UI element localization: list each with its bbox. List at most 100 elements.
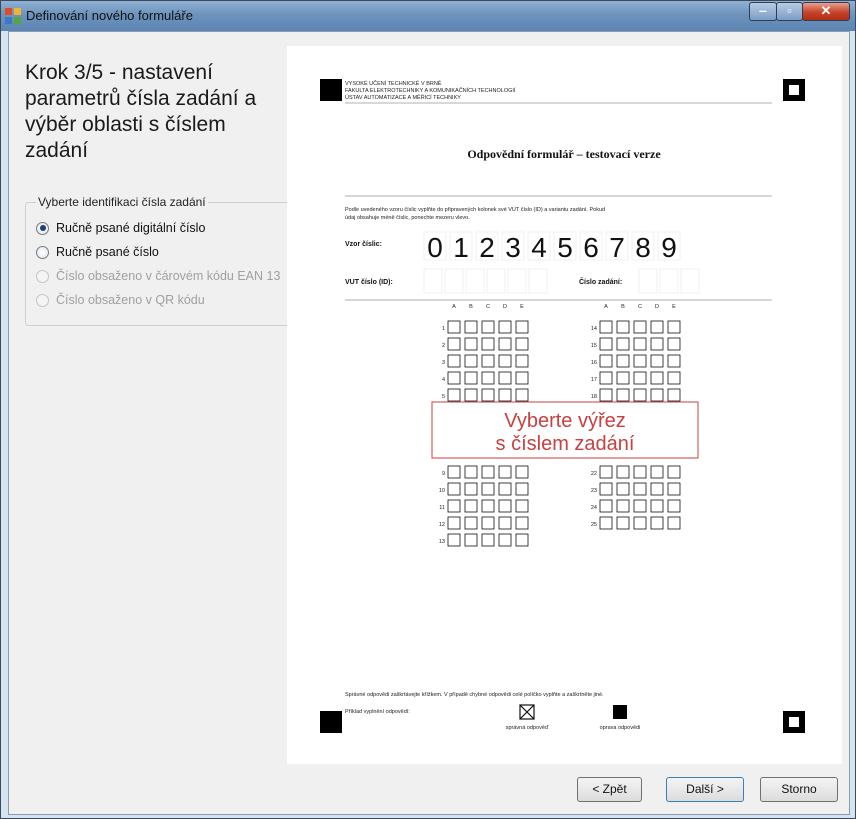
question-number: 4 — [442, 377, 445, 383]
answer-checkbox — [498, 371, 512, 385]
sample-digit: 4 — [531, 232, 547, 263]
fix-answer-example-icon — [613, 705, 627, 719]
minimize-icon: ‒ — [759, 3, 767, 18]
registration-mark — [320, 79, 342, 101]
sample-digit: 8 — [635, 232, 651, 263]
answer-checkbox — [616, 499, 630, 513]
maximize-button[interactable]: ▫ — [776, 2, 803, 21]
answer-checkbox — [515, 516, 529, 530]
answer-column-label: E — [672, 304, 676, 310]
answer-checkbox — [498, 465, 512, 479]
answer-checkbox — [599, 354, 613, 368]
groupbox-legend: Vyberte identifikaci čísla zadání — [36, 195, 208, 209]
sample-digit: 1 — [453, 232, 469, 263]
answer-checkbox — [464, 354, 478, 368]
footer-instruction: Správné odpovědi zaškrtávejte křížkem. V… — [345, 692, 604, 698]
answer-checkbox — [515, 354, 529, 368]
sample-digit: 7 — [609, 232, 625, 263]
answer-column-label: B — [621, 304, 625, 310]
close-button[interactable]: ✕ — [802, 2, 850, 21]
answer-checkbox — [667, 337, 681, 351]
answer-checkbox — [498, 533, 512, 547]
question-number: 17 — [591, 377, 597, 383]
answer-checkbox — [481, 482, 495, 496]
question-number: 9 — [442, 471, 445, 477]
answer-checkbox — [498, 337, 512, 351]
radio-qr: Číslo obsaženo v QR kódu — [36, 291, 205, 309]
answer-checkbox — [633, 371, 647, 385]
identification-groupbox: Vyberte identifikaci čísla zadání Ručně … — [25, 195, 289, 326]
form-instructions: údaj obsahuje méně číslic, ponechte meze… — [345, 215, 470, 221]
answer-column-label: A — [604, 304, 608, 310]
answer-checkbox — [464, 533, 478, 547]
answer-checkbox — [667, 388, 681, 402]
radio-disabled-icon — [36, 269, 49, 283]
radio-handwritten[interactable]: Ručně psané číslo — [36, 243, 159, 261]
question-number: 14 — [591, 326, 597, 332]
form-header-line: VYSOKÉ UČENÍ TECHNICKÉ V BRNĚ — [345, 79, 442, 87]
answer-checkbox — [650, 482, 664, 496]
sample-digit: 6 — [583, 232, 599, 263]
radio-checked-icon — [36, 221, 49, 235]
answer-checkbox — [633, 320, 647, 334]
id-digit-box — [507, 268, 527, 294]
answer-checkbox — [616, 371, 630, 385]
sample-digit: 3 — [505, 232, 521, 263]
answer-column-label: D — [655, 304, 659, 310]
answer-checkbox — [633, 465, 647, 479]
title-bar[interactable]: Definování nového formuláře ‒ ▫ ✕ — [1, 1, 855, 31]
id-digit-box — [486, 268, 506, 294]
correct-label: správná odpověď — [506, 725, 549, 731]
answer-checkbox — [447, 371, 461, 385]
answer-checkbox — [633, 516, 647, 530]
id-label: VUT číslo (ID): — [345, 279, 393, 286]
next-button[interactable]: Další > — [666, 777, 744, 802]
radio-label: Ručně psané číslo — [56, 245, 159, 259]
answer-checkbox — [650, 388, 664, 402]
radio-disabled-icon — [36, 293, 49, 307]
cancel-button[interactable]: Storno — [760, 777, 838, 802]
answer-column-label: C — [638, 304, 642, 310]
answer-checkbox — [650, 354, 664, 368]
question-number: 16 — [591, 360, 597, 366]
answer-checkbox — [616, 465, 630, 479]
answer-checkbox — [633, 482, 647, 496]
answer-checkbox — [650, 516, 664, 530]
answer-checkbox — [481, 388, 495, 402]
answer-checkbox — [667, 516, 681, 530]
minimize-button[interactable]: ‒ — [749, 2, 777, 21]
form-preview[interactable]: VYSOKÉ UČENÍ TECHNICKÉ V BRNĚ FAKULTA EL… — [287, 46, 842, 764]
id-digit-box — [444, 268, 464, 294]
registration-mark — [320, 711, 342, 733]
answer-checkbox — [515, 499, 529, 513]
answer-checkbox — [667, 465, 681, 479]
answer-checkbox — [447, 354, 461, 368]
sample-digit: 9 — [661, 232, 677, 263]
answer-checkbox — [667, 499, 681, 513]
back-button[interactable]: < Zpět — [577, 777, 642, 802]
radio-unchecked-icon — [36, 245, 49, 259]
answer-checkbox — [599, 337, 613, 351]
question-number: 11 — [439, 505, 445, 511]
answer-column-label: D — [503, 304, 507, 310]
radio-handwritten-digital[interactable]: Ručně psané digitální číslo — [36, 219, 205, 237]
answer-checkbox — [599, 499, 613, 513]
answer-checkbox — [481, 516, 495, 530]
answer-checkbox — [667, 354, 681, 368]
answer-checkbox — [650, 499, 664, 513]
answer-checkbox — [498, 320, 512, 334]
answer-checkbox — [498, 354, 512, 368]
answer-checkbox — [447, 499, 461, 513]
answer-checkbox — [464, 516, 478, 530]
question-number: 24 — [591, 505, 597, 511]
answer-checkbox — [481, 533, 495, 547]
answer-column-label: B — [469, 304, 473, 310]
answer-checkbox — [599, 516, 613, 530]
answer-checkbox — [515, 337, 529, 351]
radio-label: Ručně psané digitální číslo — [56, 221, 206, 235]
answer-checkbox — [650, 337, 664, 351]
id-digit-box — [423, 268, 443, 294]
question-number: 2 — [442, 343, 445, 349]
dialog-content: Krok 3/5 - nastavení parametrů čísla zad… — [8, 31, 850, 815]
answer-checkbox — [481, 499, 495, 513]
